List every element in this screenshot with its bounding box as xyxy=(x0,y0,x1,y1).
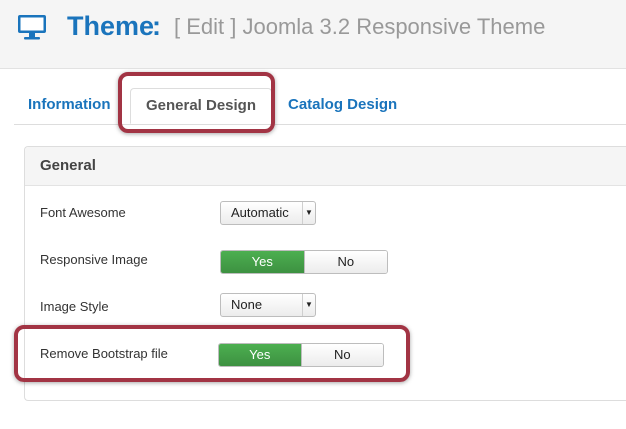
font-awesome-value: Automatic xyxy=(231,205,289,220)
page-header: Theme : [ Edit ] Joomla 3.2 Responsive T… xyxy=(0,0,626,69)
panel-title: General xyxy=(40,157,96,174)
select-arrow-icon: ▼ xyxy=(302,202,315,224)
tabs-divider xyxy=(14,124,626,125)
responsive-image-label: Responsive Image xyxy=(40,252,148,267)
page-subtitle: [ Edit ] Joomla 3.2 Responsive Theme xyxy=(174,14,546,39)
page-title: Theme xyxy=(67,11,155,41)
select-arrow-icon: ▼ xyxy=(302,294,315,316)
image-style-value: None xyxy=(231,297,263,312)
title-colon: : xyxy=(152,11,161,41)
panel-header: General xyxy=(25,147,626,186)
font-awesome-select[interactable]: Automatic ▼ xyxy=(220,201,316,225)
responsive-image-toggle: Yes No xyxy=(220,250,388,274)
tab-catalog-design[interactable]: Catalog Design xyxy=(288,88,397,124)
monitor-icon xyxy=(18,15,46,40)
tab-information[interactable]: Information xyxy=(28,88,111,124)
tab-highlight-annotation xyxy=(118,72,275,133)
image-style-select[interactable]: None ▼ xyxy=(220,293,316,317)
responsive-image-yes-button[interactable]: Yes xyxy=(221,251,304,273)
font-awesome-label: Font Awesome xyxy=(40,205,126,220)
image-style-label: Image Style xyxy=(40,299,109,314)
responsive-image-no-button[interactable]: No xyxy=(303,251,387,273)
row-highlight-annotation xyxy=(14,325,410,382)
